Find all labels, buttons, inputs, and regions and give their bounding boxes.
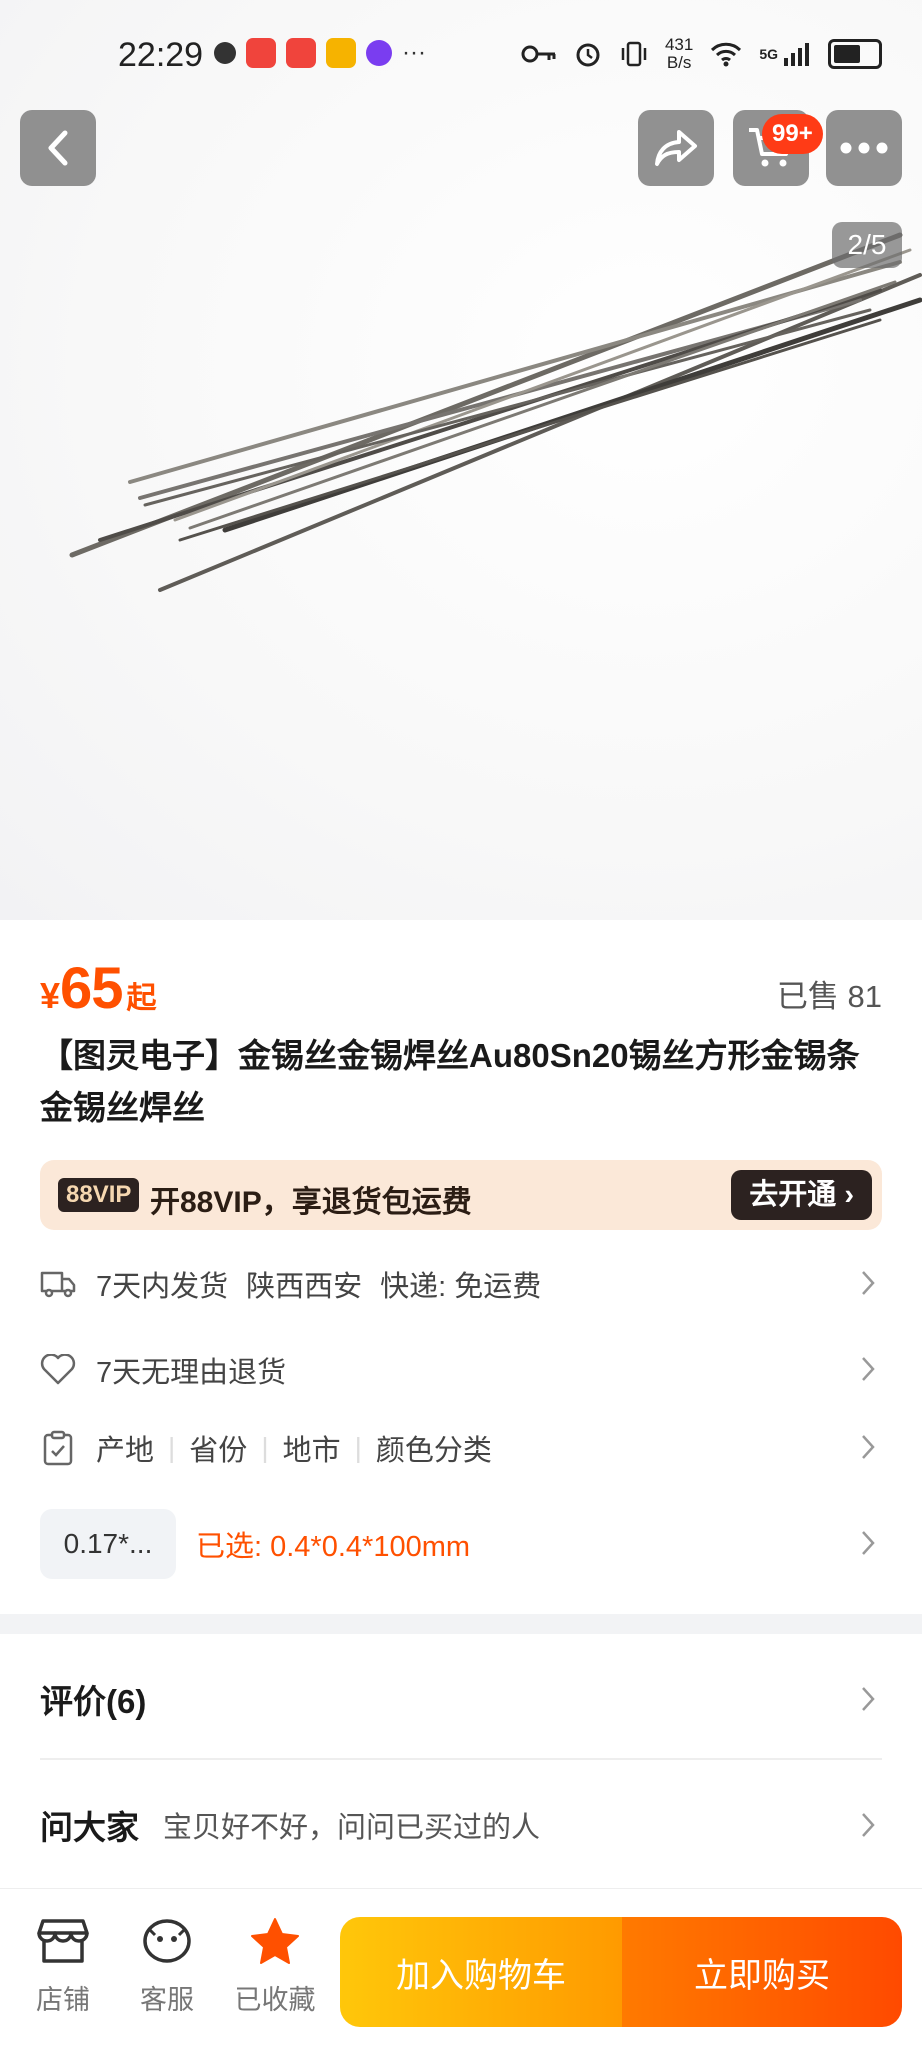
- reviews-title: 评价(6): [40, 1683, 147, 1720]
- price-row: ¥ 65 起 已售 81: [40, 952, 882, 1022]
- price: ¥ 65 起: [40, 956, 157, 1021]
- param-city: 地市: [282, 1435, 341, 1467]
- system-icons: 431 B/s 5G: [521, 36, 882, 72]
- huawei-app-icon: [246, 38, 276, 68]
- clipboard-icon: [40, 1430, 76, 1466]
- reviews-section[interactable]: 评价(6): [40, 1644, 882, 1754]
- chevron-right-icon: [862, 1813, 875, 1837]
- cat-app-icon: [214, 42, 236, 64]
- huawei-app-icon-2: [286, 38, 316, 68]
- star-icon: [251, 1918, 299, 1964]
- sold-count: 已售 81: [776, 979, 882, 1014]
- more-dots-icon: [840, 142, 888, 154]
- params-row[interactable]: 产地 | 省份 | 地市 | 颜色分类: [40, 1418, 882, 1478]
- share-button[interactable]: [638, 110, 714, 186]
- customer-service-icon: [143, 1919, 191, 1963]
- chevron-right-icon: [862, 1435, 875, 1459]
- cart-count-badge: 99+: [762, 114, 823, 154]
- truck-icon: [40, 1266, 76, 1302]
- param-province: 省份: [189, 1435, 248, 1467]
- shipping-row[interactable]: 7天内发货 陕西西安 快递: 免运费: [40, 1254, 882, 1314]
- back-button[interactable]: [20, 110, 96, 186]
- ship-time: 7天内发货: [96, 1271, 229, 1303]
- notification-icons: ···: [214, 38, 426, 68]
- returns-row[interactable]: 7天无理由退货: [40, 1340, 882, 1400]
- shop-icon: [37, 1919, 89, 1963]
- qa-section[interactable]: 问大家 宝贝好不好，问问已买过的人: [40, 1770, 882, 1880]
- qa-title: 问大家: [40, 1809, 139, 1846]
- network-speed: 431 B/s: [664, 35, 694, 72]
- heart-shield-icon: [40, 1352, 76, 1388]
- add-to-cart-button[interactable]: 加入购物车: [340, 1917, 622, 2027]
- qa-subtitle: 宝贝好不好，问问已买过的人: [163, 1812, 541, 1844]
- divider: [40, 1758, 882, 1760]
- param-origin: 产地: [96, 1435, 155, 1467]
- service-tab[interactable]: 客服: [122, 1917, 212, 2017]
- chevron-right-icon: [862, 1687, 875, 1711]
- returns-text: 7天无理由退货: [96, 1357, 287, 1389]
- status-time: 22:29: [118, 36, 204, 74]
- more-notifications-icon: ···: [402, 39, 426, 66]
- image-counter: 2/5: [832, 222, 902, 268]
- wifi-icon: [711, 42, 742, 67]
- buy-now-button[interactable]: 立即购买: [622, 1917, 902, 2027]
- alarm-icon: [576, 43, 600, 67]
- battery-icon: [828, 39, 882, 69]
- favorite-tab[interactable]: 已收藏: [230, 1917, 320, 2017]
- spec-row[interactable]: 0.17*... 已选: 0.4*0.4*100mm: [40, 1508, 882, 1580]
- more-button[interactable]: [826, 110, 902, 186]
- price-value: 65: [60, 956, 124, 1021]
- share-icon: [655, 130, 697, 166]
- network-type: 5G: [759, 46, 778, 62]
- key-icon: [521, 45, 556, 63]
- param-color: 颜色分类: [375, 1435, 492, 1467]
- shop-tab[interactable]: 店铺: [18, 1917, 108, 2017]
- chevron-right-icon: [862, 1357, 875, 1381]
- chevron-right-icon: [862, 1531, 875, 1555]
- vip-open-button[interactable]: 去开通 ›: [731, 1170, 872, 1220]
- vibrate-icon: [621, 41, 647, 67]
- vip-text: 开88VIP，享退货包运费: [150, 1186, 472, 1219]
- signal-icon: [784, 43, 809, 66]
- ship-fee: 快递: 免运费: [380, 1271, 542, 1303]
- status-bar: 22:29 ··· 431 B/s 5G: [0, 0, 922, 110]
- bottom-action-bar: 店铺 客服 已收藏 加入购物车 立即购买: [0, 1888, 922, 2049]
- mail-app-icon: [326, 38, 356, 68]
- chevron-left-icon: [48, 130, 68, 166]
- product-title: 【图灵电子】金锡丝金锡焊丝Au80Sn20锡丝方形金锡条金锡丝焊丝: [40, 1037, 860, 1126]
- sticker-app-icon: [366, 40, 392, 66]
- spec-option-thumb[interactable]: 0.17*...: [40, 1509, 176, 1579]
- vip-badge: 88VIP: [58, 1178, 140, 1212]
- section-divider: [0, 1614, 922, 1634]
- spec-selected: 已选: 0.4*0.4*100mm: [196, 1531, 471, 1563]
- ship-origin: 陕西西安: [246, 1271, 363, 1303]
- vip-banner[interactable]: 88VIP 开88VIP，享退货包运费 去开通 ›: [40, 1160, 882, 1230]
- chevron-right-icon: [862, 1271, 875, 1295]
